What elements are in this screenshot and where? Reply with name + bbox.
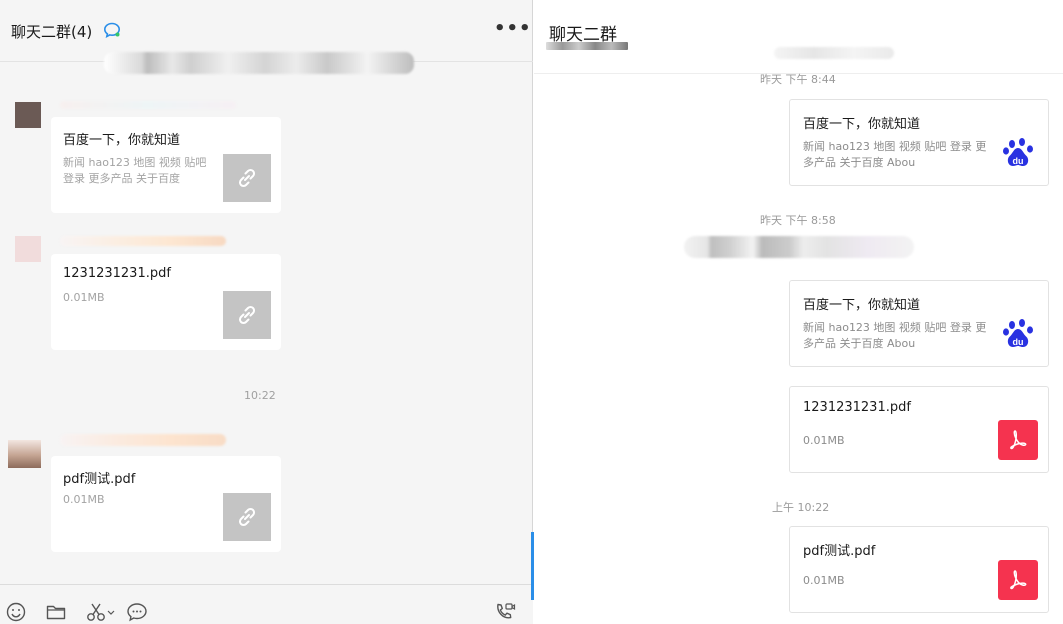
blurred-sender-name [60,236,226,246]
card-title: 百度一下，你就知道 [803,117,921,132]
card-title: 1231231231.pdf [803,400,911,415]
blurred-sender-name [60,434,226,446]
chat-icon[interactable] [126,602,148,624]
app-window: 聊天二群(4) ••• 百度一下，你就知道 新闻 hao123 地图 视频 贴吧… [0,0,1063,624]
message-title: 百度一下，你就知道 [63,133,181,148]
message-timestamp: 10:22 [244,389,276,402]
baidu-paw-icon: du [1002,317,1036,351]
video-call-icon[interactable] [494,602,516,624]
more-button[interactable]: ••• [494,20,532,38]
message-timestamp: 上午 10:22 [772,501,830,514]
svg-text:du: du [1013,337,1024,347]
blurred-preview-text [774,47,894,59]
blurred-system-notice [684,236,914,258]
list-item[interactable]: 1231231231.pdf 0.01MB [789,386,1049,473]
message-title: 1231231231.pdf [63,266,171,281]
left-header: 聊天二群(4) ••• [0,0,533,74]
folder-icon[interactable] [46,602,66,624]
emoji-icon[interactable] [6,602,26,624]
scissors-icon[interactable] [86,602,118,624]
message-description: 新闻 hao123 地图 视频 贴吧 登录 更多产品 关于百度 [63,156,207,185]
file-size: 0.01MB [63,291,105,304]
message-timestamp: 昨天 下午 8:58 [760,214,836,227]
pdf-icon [998,420,1038,460]
list-item[interactable]: pdf测试.pdf 0.01MB [51,456,281,552]
list-item[interactable]: 百度一下，你就知道 新闻 hao123 地图 视频 贴吧 登录 更多产品 关于百… [789,99,1049,186]
left-chat-pane: 聊天二群(4) ••• 百度一下，你就知道 新闻 hao123 地图 视频 贴吧… [0,0,534,624]
svg-text:du: du [1013,156,1024,166]
list-item[interactable]: 百度一下，你就知道 新闻 hao123 地图 视频 贴吧 登录 更多产品 关于百… [51,117,281,213]
avatar[interactable] [15,102,41,128]
blurred-header-underline [546,42,628,50]
group-title: 聊天二群(4) [11,23,93,41]
avatar[interactable] [15,236,41,262]
right-chat-pane: 聊天二群 昨天 下午 8:44 百度一下，你就知道 新闻 hao123 地图 视… [534,0,1063,624]
link-icon [223,291,271,339]
blurred-member-names [104,52,414,74]
link-icon [223,493,271,541]
file-size: 0.01MB [803,574,845,587]
list-item[interactable]: 百度一下，你就知道 新闻 hao123 地图 视频 贴吧 登录 更多产品 关于百… [789,280,1049,367]
message-title: pdf测试.pdf [63,472,136,487]
message-timestamp: 昨天 下午 8:44 [760,73,836,86]
list-item[interactable]: 1231231231.pdf 0.01MB [51,254,281,350]
blurred-sender-name [60,101,236,109]
card-title: 百度一下，你就知道 [803,298,921,313]
avatar[interactable] [8,440,41,468]
card-title: pdf测试.pdf [803,544,876,559]
baidu-paw-icon: du [1002,136,1036,170]
pdf-icon [998,560,1038,600]
right-header: 聊天二群 [534,0,1063,74]
card-description: 新闻 hao123 地图 视频 贴吧 登录 更多产品 关于百度 Abou [803,140,987,169]
card-description: 新闻 hao123 地图 视频 贴吧 登录 更多产品 关于百度 Abou [803,321,987,350]
file-size: 0.01MB [63,493,105,506]
file-size: 0.01MB [803,434,845,447]
list-item[interactable]: pdf测试.pdf 0.01MB [789,526,1049,613]
input-toolbar [0,584,533,624]
link-icon [223,154,271,202]
chat-bubble-icon[interactable] [103,22,121,39]
